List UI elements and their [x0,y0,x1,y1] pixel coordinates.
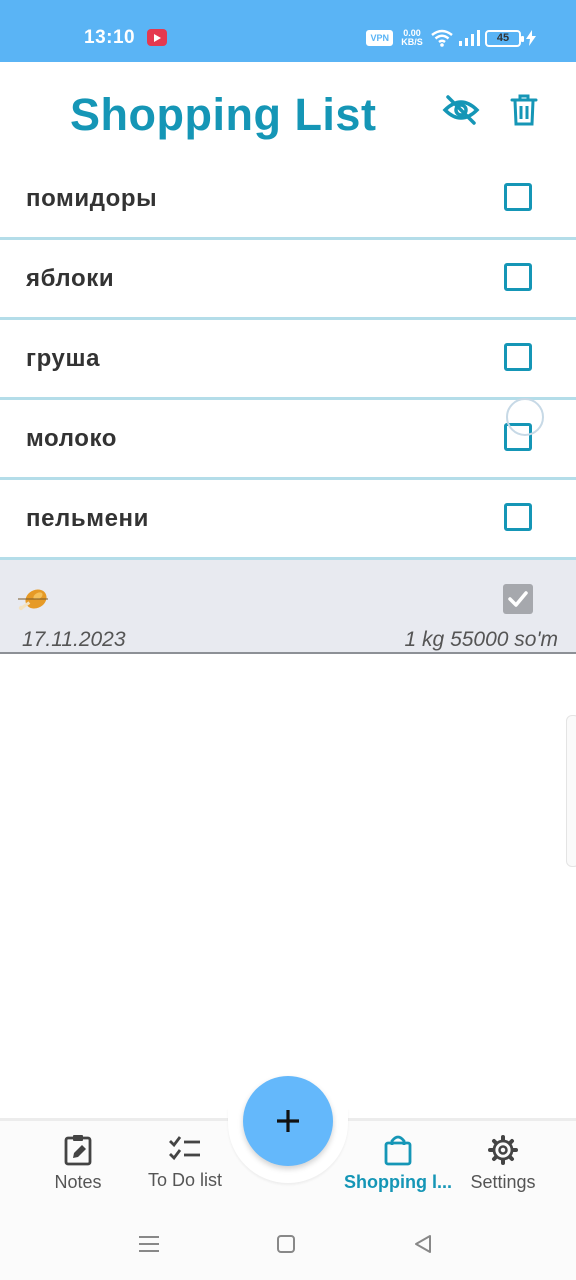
shopping-list: помидоры яблоки груша молоко пельмени [0,160,576,560]
back-icon[interactable] [413,1234,433,1254]
nav-shopping-list[interactable]: Shopping l... [338,1134,458,1204]
shopping-bag-icon [384,1135,412,1166]
todo-list-icon [169,1136,200,1161]
battery-icon: 45 [485,29,524,47]
app-header: Shopping List [0,62,576,162]
item-checkbox[interactable] [504,503,532,531]
nav-todo-list[interactable]: To Do list [125,1134,245,1204]
charging-icon [526,30,536,46]
chicken-leg-icon [18,589,48,611]
wifi-icon [431,29,453,47]
nav-notes[interactable]: Notes [18,1134,138,1204]
network-speed: 0.00 KB/S [398,29,426,47]
page-title: Shopping List [70,89,377,140]
item-checkbox[interactable] [504,423,532,451]
item-date: 17.11.2023 [22,628,126,651]
network-speed-unit: KB/S [401,37,423,47]
battery-level: 45 [496,31,510,44]
trash-icon [510,94,538,126]
home-icon[interactable] [276,1234,296,1254]
gear-icon [488,1135,518,1165]
status-time: 13:10 [84,27,136,48]
list-item[interactable]: яблоки [0,240,576,320]
nav-label: Notes [54,1172,102,1192]
item-checkbox[interactable] [504,183,532,211]
eye-off-icon [442,95,480,125]
nav-label: Settings [470,1172,536,1192]
signal-icon [459,30,480,46]
nav-label: To Do list [147,1170,223,1190]
nav-label: Shopping l... [344,1172,452,1192]
completed-list-item[interactable]: 17.11.2023 1 kg 55000 so'm [0,560,576,654]
vpn-badge: VPN [366,30,393,46]
notes-icon [64,1135,92,1166]
item-details: 1 kg 55000 so'm [404,628,558,651]
item-checkbox[interactable] [504,263,532,291]
list-item[interactable]: помидоры [0,160,576,240]
list-item[interactable]: молоко [0,400,576,480]
item-label: пельмени [26,505,149,532]
plus-icon [277,1110,299,1132]
add-item-button[interactable] [243,1076,333,1166]
item-label: яблоки [26,265,115,292]
system-navigation-bar [0,1210,576,1280]
scroll-handle[interactable] [566,715,576,867]
item-label: молоко [26,425,118,452]
completed-checkbox[interactable] [503,584,533,614]
hide-completed-button[interactable] [441,90,481,130]
status-bar: 13:10 VPN 0.00 KB/S 45 [0,0,576,62]
list-item[interactable]: груша [0,320,576,400]
delete-button[interactable] [504,90,544,130]
item-label: груша [26,345,101,372]
item-checkbox[interactable] [504,343,532,371]
menu-icon[interactable] [138,1234,160,1254]
list-item[interactable]: пельмени [0,480,576,560]
status-indicators: VPN 0.00 KB/S 45 [366,26,536,50]
item-label: помидоры [26,185,158,212]
screen-recorder-icon [147,29,167,46]
nav-settings[interactable]: Settings [443,1134,563,1204]
checkmark-icon [508,591,528,607]
